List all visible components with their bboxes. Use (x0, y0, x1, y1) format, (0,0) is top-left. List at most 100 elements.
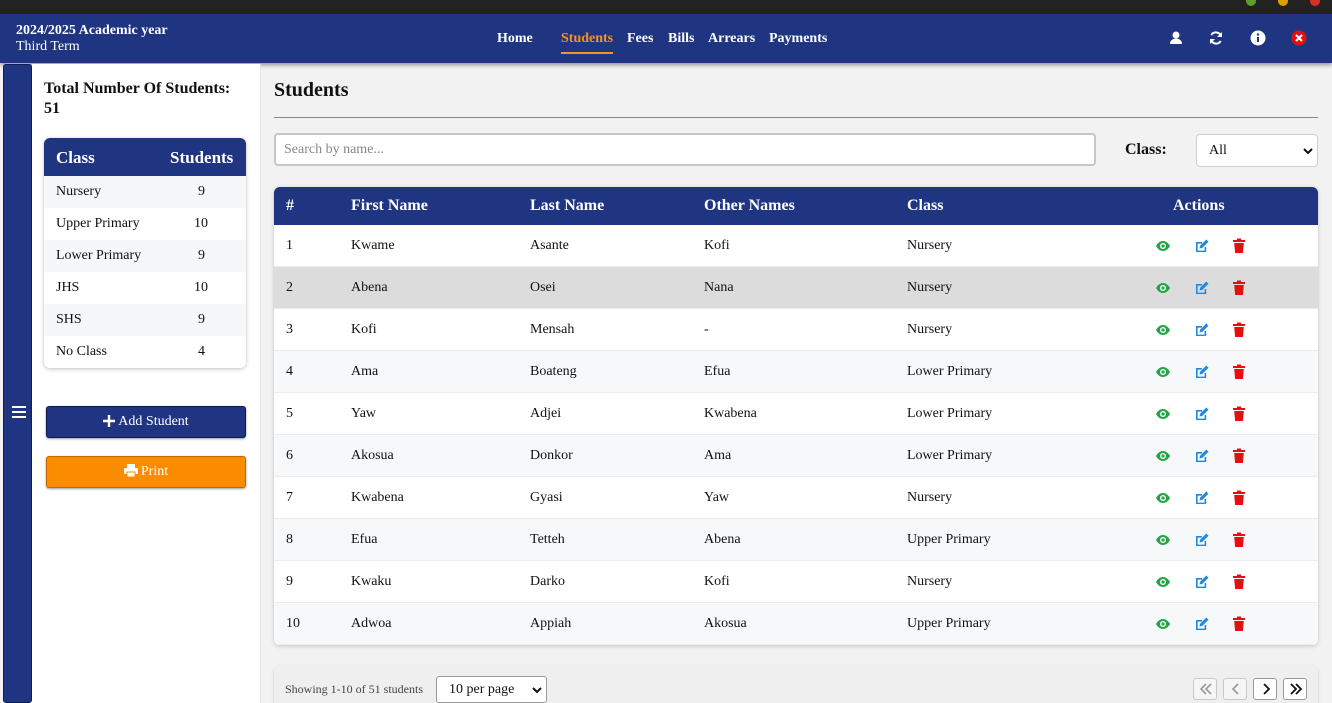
other-names: Akosua (704, 616, 747, 631)
students-table: # First Name Last Name Other Names Class… (274, 187, 1318, 645)
nav-payments[interactable]: Payments (769, 31, 827, 46)
view-button[interactable] (1155, 448, 1171, 464)
class-name: SHS (56, 312, 82, 327)
row-number: 1 (286, 238, 293, 253)
class-name: Nursery (907, 490, 953, 505)
nav-bills[interactable]: Bills (668, 31, 694, 46)
row-number: 7 (286, 490, 293, 505)
first-name: Efua (351, 532, 378, 547)
close-icon[interactable] (1290, 29, 1308, 47)
class-count-table: Class Students Nursery 9 Upper Primary 10 … (44, 138, 246, 368)
next-page-button[interactable] (1253, 678, 1277, 700)
window-top-strip (0, 0, 1332, 14)
edit-button[interactable] (1194, 280, 1210, 296)
per-page-select[interactable]: 10 per page (436, 676, 547, 703)
first-name: Kwame (351, 238, 395, 253)
class-count: 10 (194, 280, 208, 295)
class-filter-select[interactable]: All (1196, 134, 1318, 167)
prev-page-button[interactable] (1223, 678, 1247, 700)
refresh-icon[interactable] (1207, 29, 1225, 47)
last-name: Gyasi (530, 490, 563, 505)
delete-button[interactable] (1231, 574, 1247, 590)
nav-fees[interactable]: Fees (627, 31, 653, 46)
class-name: Nursery (907, 322, 953, 337)
edit-button[interactable] (1194, 406, 1210, 422)
class-row: SHS 9 (44, 304, 246, 336)
view-button[interactable] (1155, 490, 1171, 506)
print-button[interactable]: Print (46, 456, 246, 488)
view-button[interactable] (1155, 364, 1171, 380)
chevron-left-icon (1231, 683, 1239, 695)
class-name: JHS (56, 280, 80, 295)
eye-icon (1156, 283, 1170, 293)
table-row: 6 Akosua Donkor Ama Lower Primary (274, 435, 1318, 477)
view-button[interactable] (1155, 406, 1171, 422)
nav-home[interactable]: Home (497, 31, 533, 46)
delete-button[interactable] (1231, 322, 1247, 338)
class-row: No Class 4 (44, 336, 246, 368)
edit-icon (1196, 323, 1209, 336)
edit-button[interactable] (1194, 448, 1210, 464)
row-number: 2 (286, 280, 293, 295)
other-names: Abena (704, 532, 741, 547)
last-name: Darko (530, 574, 565, 589)
total-students-value: 51 (44, 100, 60, 117)
class-name: Lower Primary (56, 248, 142, 263)
delete-button[interactable] (1231, 448, 1247, 464)
sidebar-toggle-rail[interactable] (3, 64, 32, 703)
last-name: Osei (530, 280, 556, 295)
view-button[interactable] (1155, 238, 1171, 254)
view-button[interactable] (1155, 280, 1171, 296)
eye-icon (1156, 367, 1170, 377)
pagination-bar: Showing 1-10 of 51 students 10 per page (274, 666, 1318, 703)
trash-icon (1233, 238, 1245, 253)
edit-icon (1196, 617, 1209, 630)
trash-icon (1233, 364, 1245, 379)
class-row: JHS 10 (44, 272, 246, 304)
user-icon[interactable] (1167, 29, 1185, 47)
class-name: Nursery (907, 238, 953, 253)
edit-button[interactable] (1194, 532, 1210, 548)
edit-button[interactable] (1194, 322, 1210, 338)
view-button[interactable] (1155, 574, 1171, 590)
last-name: Mensah (530, 322, 575, 337)
view-button[interactable] (1155, 616, 1171, 632)
page-title: Students (274, 79, 349, 101)
delete-button[interactable] (1231, 532, 1247, 548)
delete-button[interactable] (1231, 490, 1247, 506)
view-button[interactable] (1155, 322, 1171, 338)
chevron-down-icon (1303, 148, 1313, 155)
first-page-button[interactable] (1193, 678, 1217, 700)
add-student-button[interactable]: Add Student (46, 406, 246, 438)
table-row: 1 Kwame Asante Kofi Nursery (274, 225, 1318, 267)
edit-button[interactable] (1194, 490, 1210, 506)
class-name: Lower Primary (907, 406, 993, 421)
first-name: Ama (351, 364, 379, 379)
per-page-value: 10 per page (449, 682, 515, 697)
menu-icon[interactable] (12, 405, 26, 418)
info-icon[interactable] (1249, 29, 1267, 47)
view-button[interactable] (1155, 532, 1171, 548)
chevron-right-icon (1263, 683, 1271, 695)
delete-button[interactable] (1231, 280, 1247, 296)
delete-button[interactable] (1231, 238, 1247, 254)
trash-icon (1233, 532, 1245, 547)
last-name: Donkor (530, 448, 573, 463)
nav-arrears[interactable]: Arrears (708, 31, 755, 46)
delete-button[interactable] (1231, 364, 1247, 380)
edit-button[interactable] (1194, 364, 1210, 380)
search-input[interactable] (274, 133, 1096, 166)
row-number: 9 (286, 574, 293, 589)
nav-students[interactable]: Students (561, 31, 613, 46)
last-name: Adjei (530, 406, 562, 421)
eye-icon (1156, 451, 1170, 461)
edit-button[interactable] (1194, 238, 1210, 254)
last-name: Boateng (530, 364, 577, 379)
delete-button[interactable] (1231, 616, 1247, 632)
edit-button[interactable] (1194, 574, 1210, 590)
delete-button[interactable] (1231, 406, 1247, 422)
window-dot-icon (1310, 0, 1320, 6)
edit-button[interactable] (1194, 616, 1210, 632)
edit-icon (1196, 365, 1209, 378)
last-page-button[interactable] (1283, 678, 1307, 700)
